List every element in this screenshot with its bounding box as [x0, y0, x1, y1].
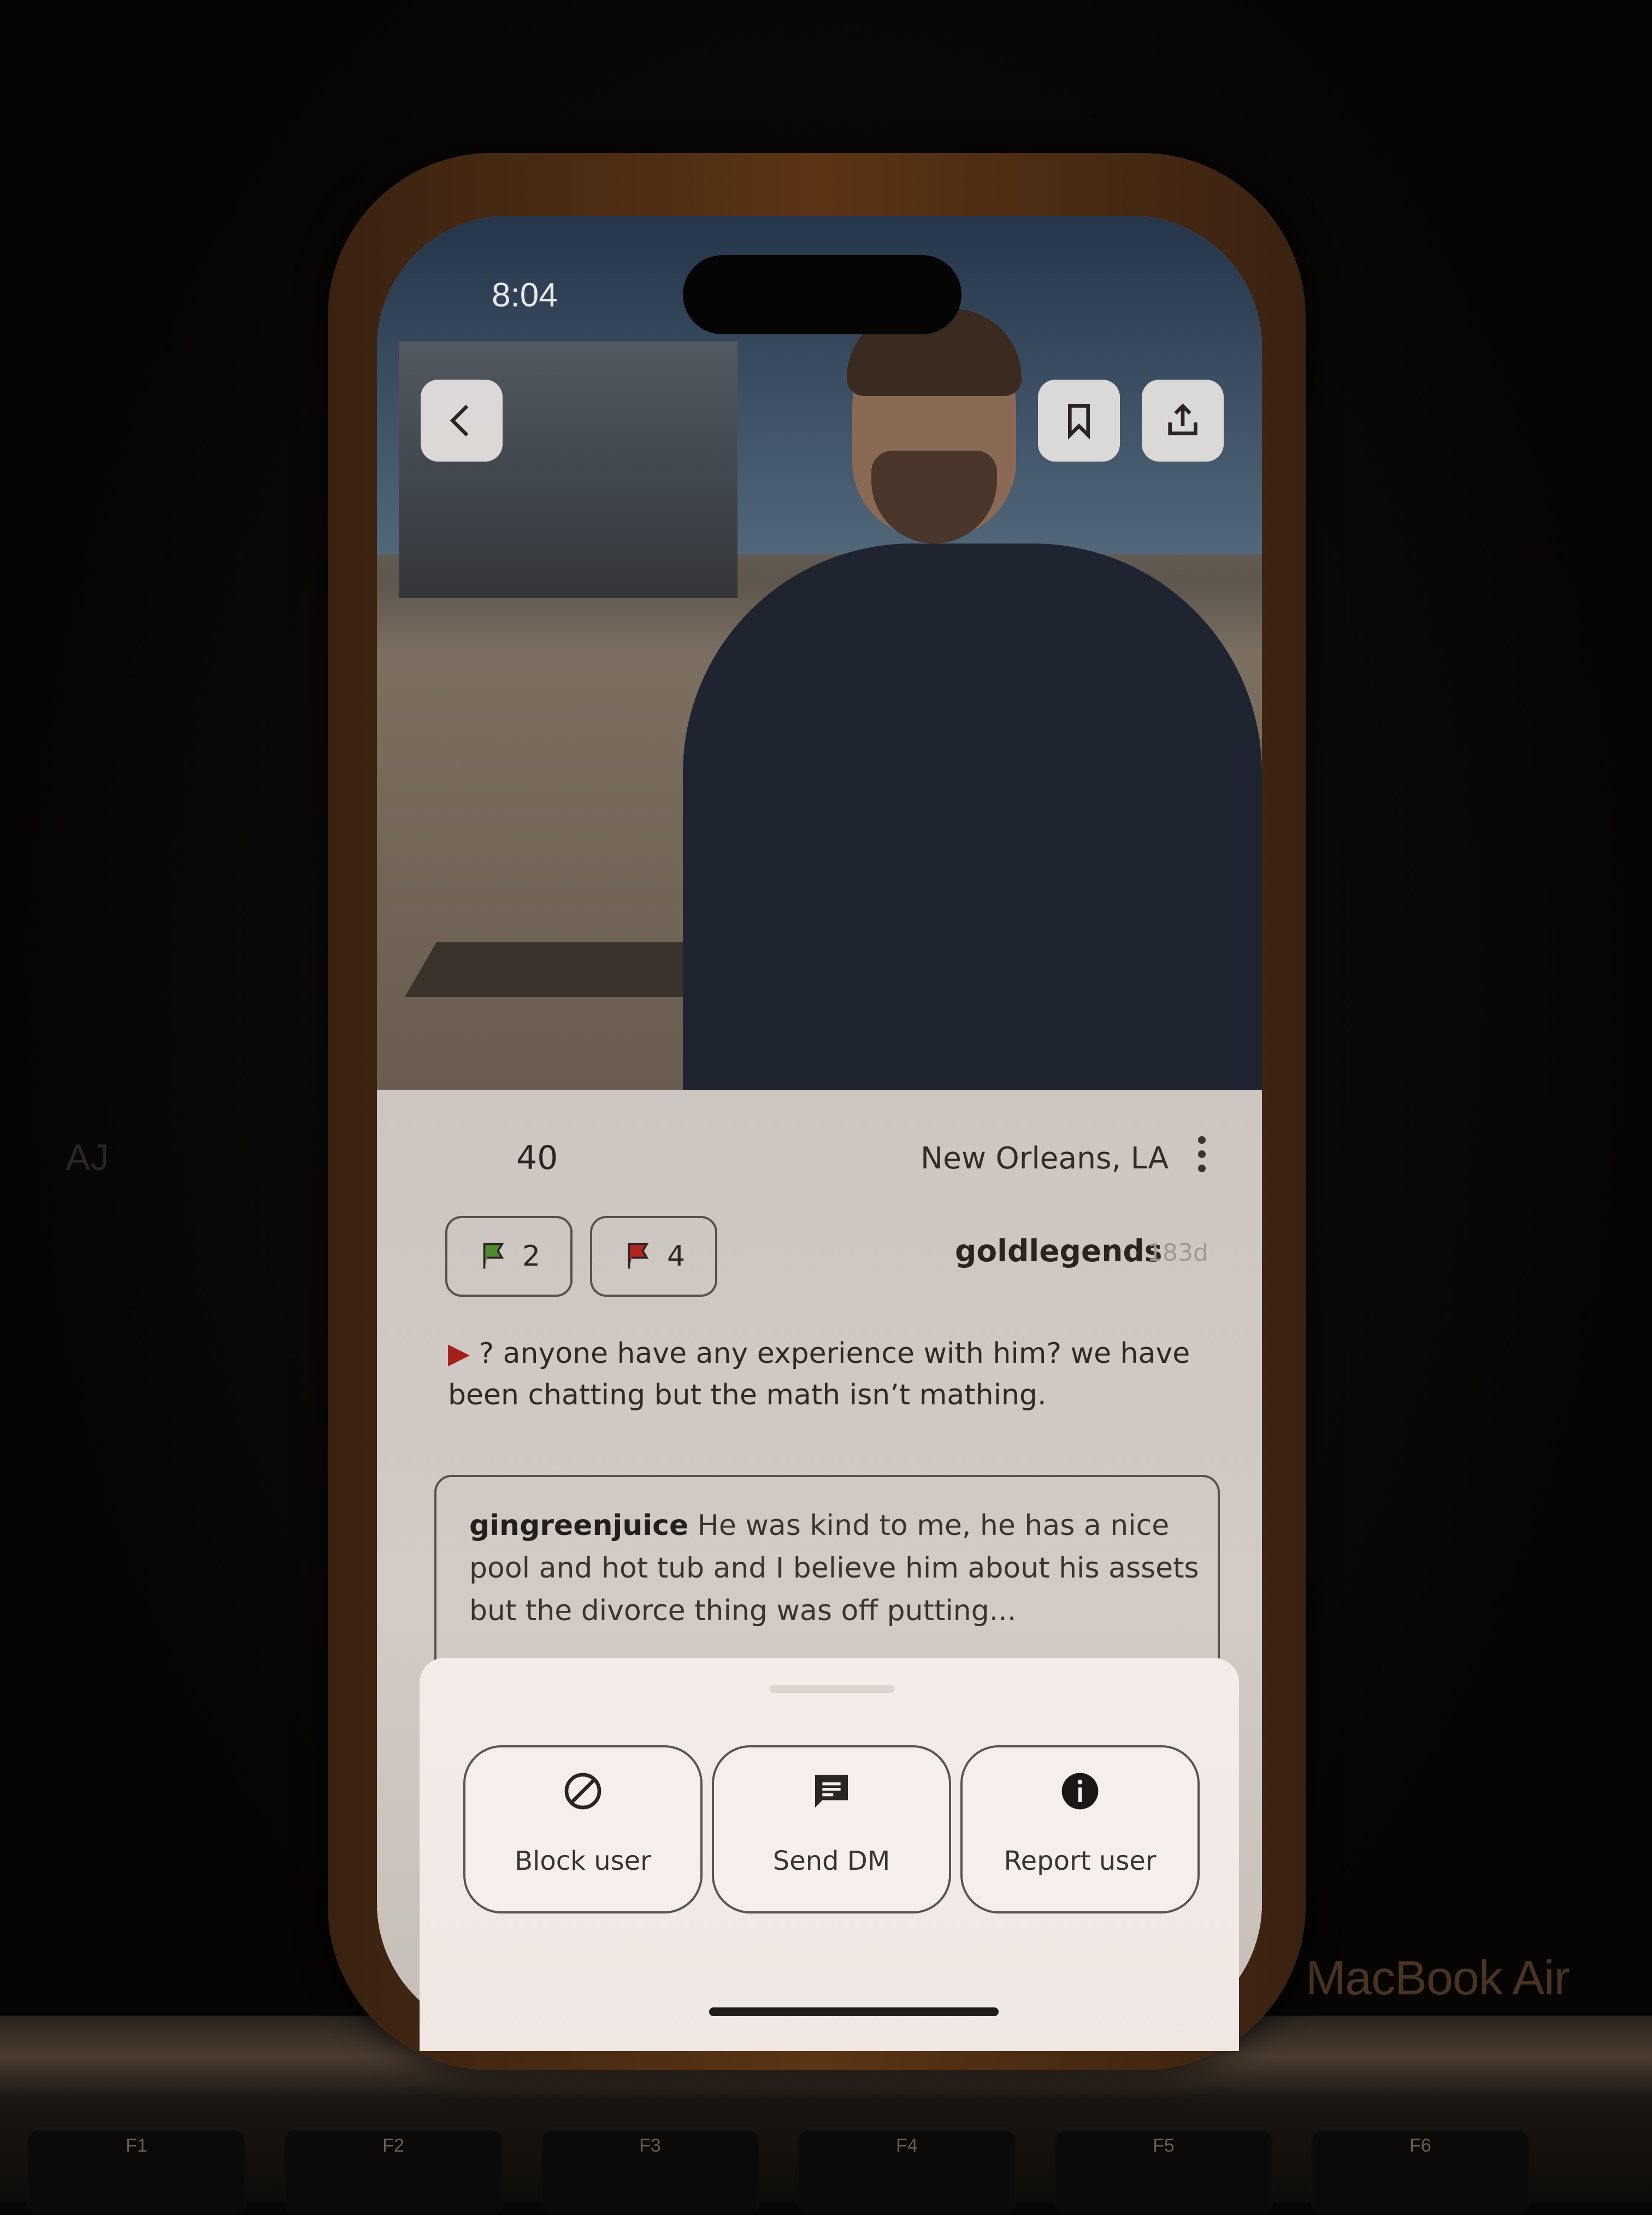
bookmark-icon	[1068, 404, 1090, 440]
fkey-f5: F5	[1054, 2128, 1273, 2215]
profile-photo[interactable]	[377, 216, 1262, 1090]
dynamic-island	[683, 255, 961, 334]
bookmark-button[interactable]	[1038, 380, 1120, 462]
fkey-f3: F3	[541, 2128, 759, 2215]
fkey-label: F3	[639, 2135, 661, 2156]
send-dm-label: Send DM	[772, 1846, 890, 1876]
status-time: 8:04	[492, 276, 558, 314]
chat-icon	[815, 1775, 848, 1808]
block-user-button[interactable]: Block user	[463, 1745, 703, 1913]
red-flag-count-value: 4	[666, 1240, 686, 1273]
comment-username[interactable]: gingreenjuice	[469, 1509, 688, 1542]
poster-username[interactable]: goldlegends	[955, 1233, 1162, 1268]
sheet-grabber[interactable]	[769, 1685, 895, 1693]
green-flag-count-value: 2	[522, 1240, 541, 1273]
fkey-label: F1	[126, 2135, 148, 2156]
fkey-label: F4	[896, 2135, 918, 2156]
red-flag-marker-icon: ▶	[448, 1337, 470, 1370]
report-user-label: Report user	[1004, 1846, 1157, 1876]
fkey-f2: F2	[284, 2128, 503, 2215]
fkey-label: F2	[382, 2135, 404, 2156]
share-button[interactable]	[1142, 380, 1224, 462]
share-icon	[1168, 403, 1197, 435]
post-text: ▶ ? anyone have any experience with him?…	[448, 1333, 1213, 1416]
more-options-icon[interactable]	[1196, 1136, 1207, 1180]
green-flag-count[interactable]: 2	[445, 1216, 573, 1297]
fkey-f6: F6	[1311, 2128, 1530, 2215]
info-icon	[1061, 1773, 1099, 1810]
red-flag-icon	[628, 1243, 649, 1269]
block-icon	[564, 1773, 601, 1810]
back-button[interactable]	[421, 380, 503, 462]
home-indicator	[709, 2007, 999, 2016]
fkey-label: F6	[1409, 2135, 1431, 2156]
action-sheet: Block user Send DM Report user	[420, 1658, 1239, 2051]
fkey-f4: F4	[798, 2128, 1016, 2215]
photo-person-body	[683, 544, 1262, 1090]
post-body: ? anyone have any experience with him? w…	[448, 1337, 1190, 1411]
post-age: 183d	[1147, 1239, 1208, 1267]
profile-location: New Orleans, LA	[921, 1141, 1169, 1176]
block-user-label: Block user	[515, 1846, 651, 1876]
fkey-label: F5	[1153, 2135, 1175, 2156]
profile-name: AJ	[66, 1137, 109, 1178]
red-flag-count[interactable]: 4	[590, 1216, 717, 1297]
profile-age: 40	[516, 1139, 558, 1177]
chevron-left-icon	[450, 404, 469, 437]
laptop-brand: MacBook Air	[1306, 1951, 1570, 2005]
fkey-f1: F1	[27, 2128, 246, 2215]
green-flag-icon	[483, 1243, 504, 1269]
report-user-button[interactable]: Report user	[960, 1745, 1200, 1913]
send-dm-button[interactable]: Send DM	[712, 1745, 951, 1913]
